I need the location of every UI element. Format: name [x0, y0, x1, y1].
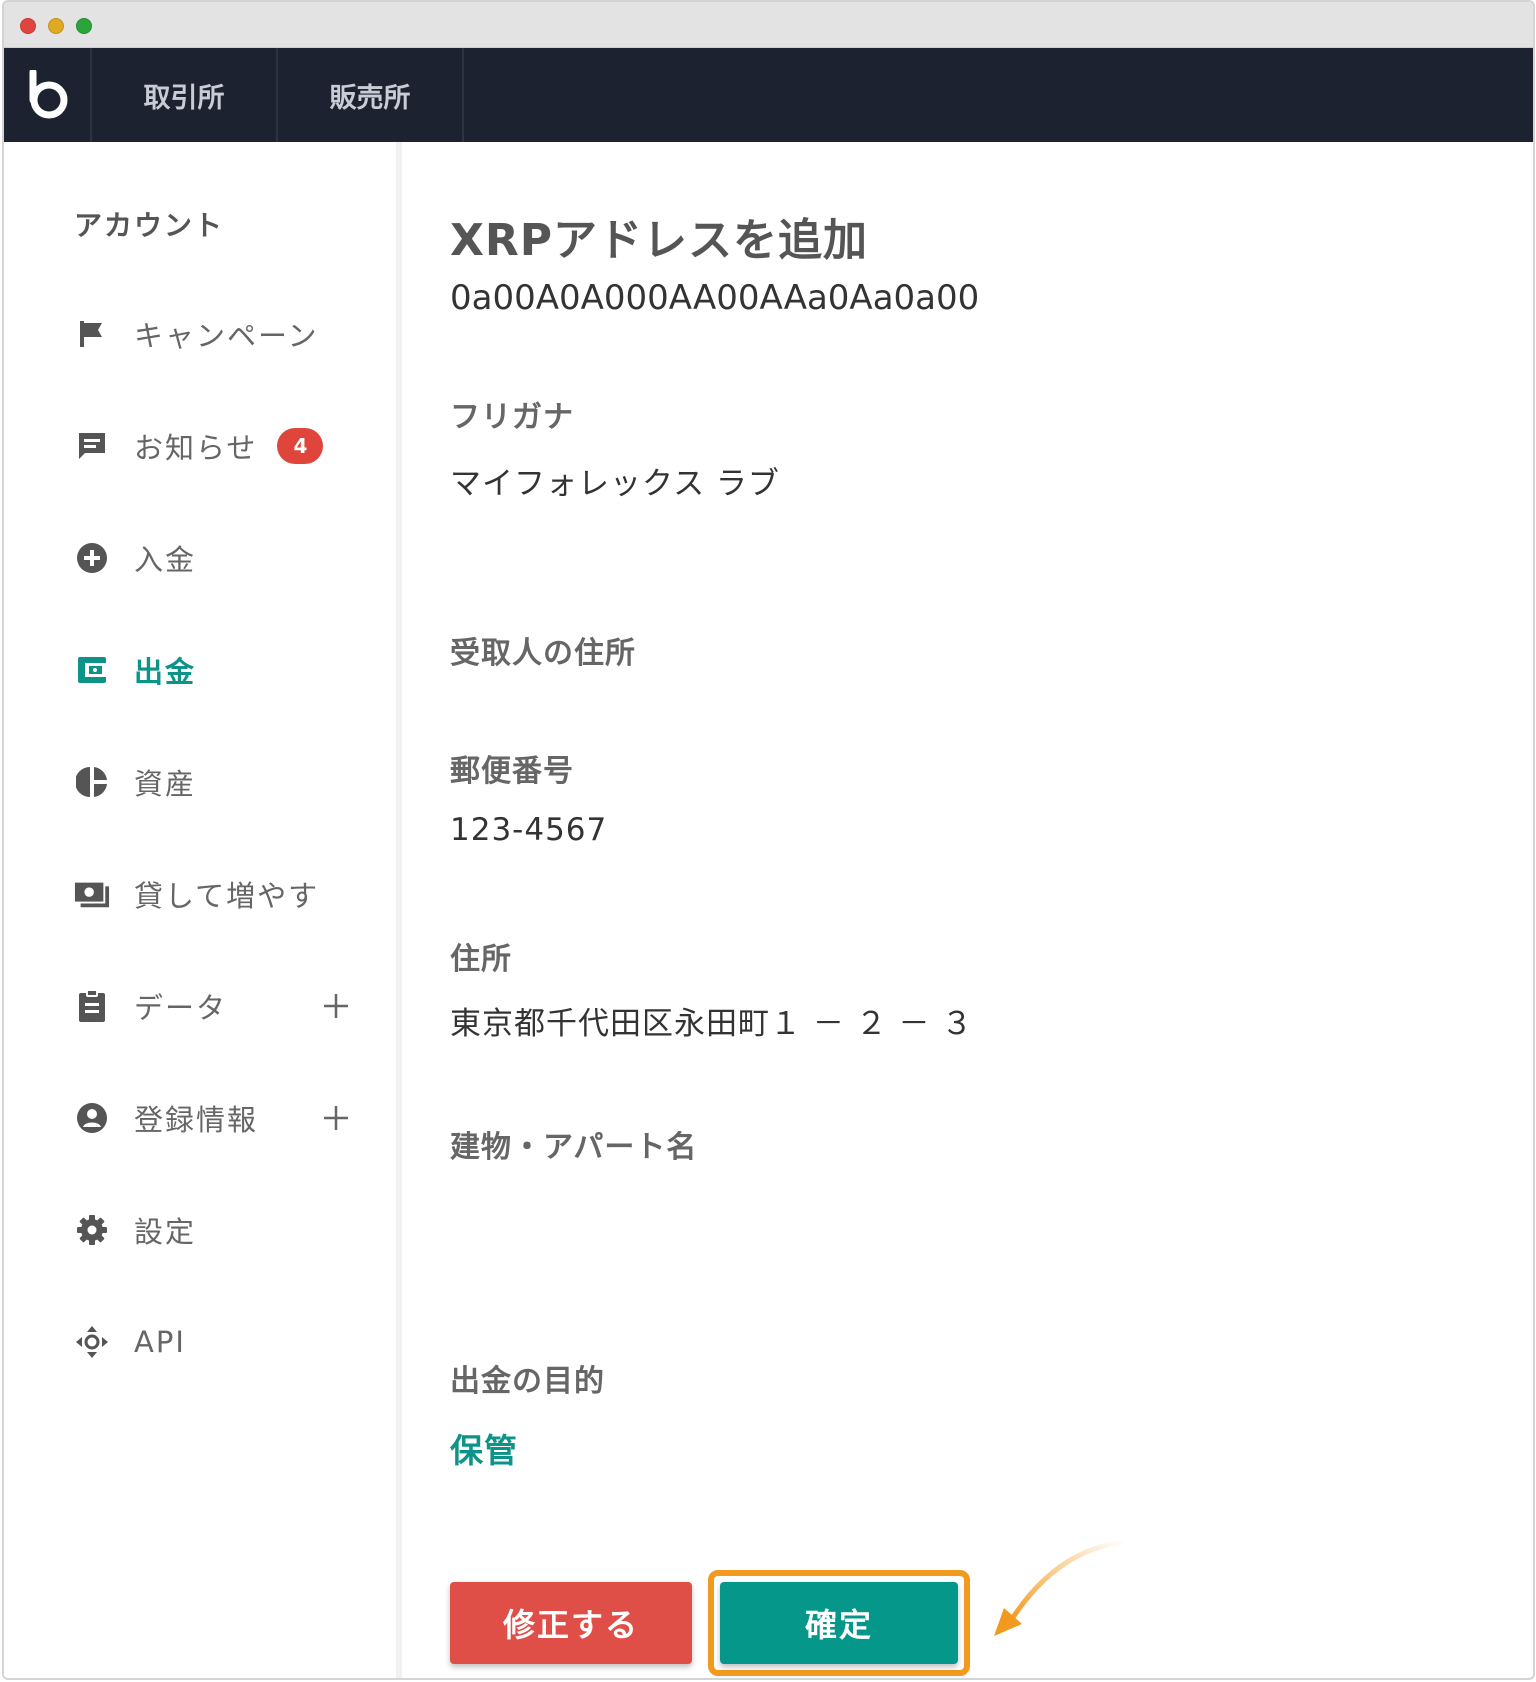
- furigana-value: マイフォレックス ラブ: [450, 466, 780, 502]
- xrp-address-value: 0a00A0A000AA00AAa0Aa0a00: [450, 278, 980, 318]
- wallet-icon: [74, 652, 110, 688]
- sidebar-item-settings[interactable]: 設定: [74, 1200, 384, 1260]
- address-label: 住所: [450, 942, 512, 977]
- sidebar-item-deposit[interactable]: 入金: [74, 528, 384, 588]
- postal-code-value: 123-4567: [450, 812, 608, 848]
- confirm-button[interactable]: 確定: [720, 1582, 958, 1664]
- top-navbar: 取引所 販売所: [4, 48, 1533, 142]
- postal-code-label: 郵便番号: [450, 754, 574, 789]
- browser-window: 取引所 販売所 アカウント キャンペーン お知らせ 4 入金 出金 資産 貸して…: [2, 0, 1535, 1680]
- sidebar-item-notifications[interactable]: お知らせ 4: [74, 416, 384, 476]
- main-content: XRPアドレスを追加 0a00A0A000AA00AAa0Aa0a00 フリガナ…: [450, 142, 1530, 1678]
- expand-plus-icon[interactable]: [316, 986, 356, 1026]
- flag-icon: [74, 316, 110, 352]
- close-window-button[interactable]: [20, 18, 36, 34]
- expand-plus-icon[interactable]: [316, 1098, 356, 1138]
- sidebar-item-label: 資産: [134, 767, 197, 801]
- sidebar-item-label: API: [134, 1325, 186, 1359]
- pointer-arrow-icon: [994, 1539, 1126, 1636]
- sidebar-item-label: 設定: [134, 1215, 197, 1249]
- sidebar-item-label: 入金: [134, 543, 197, 577]
- sidebar-item-campaign[interactable]: キャンペーン: [74, 304, 384, 364]
- sidebar-title: アカウント: [74, 209, 225, 242]
- sidebar-item-label: データ: [134, 991, 228, 1025]
- account-icon: [74, 1100, 110, 1136]
- gear-icon: [74, 1212, 110, 1248]
- minimize-window-button[interactable]: [48, 18, 64, 34]
- money-icon: [74, 876, 110, 912]
- page-title: XRPアドレスを追加: [450, 215, 869, 266]
- purpose-value: 保管: [450, 1431, 518, 1470]
- sidebar-item-data[interactable]: データ: [74, 976, 384, 1036]
- sidebar-item-label: 貸して増やす: [134, 879, 320, 913]
- window-titlebar: [4, 2, 1533, 48]
- sidebar-item-api[interactable]: API: [74, 1312, 384, 1372]
- sidebar-item-withdraw[interactable]: 出金: [74, 640, 384, 700]
- sidebar: アカウント キャンペーン お知らせ 4 入金 出金 資産 貸して増やす データ …: [4, 142, 402, 1678]
- notification-count-badge: 4: [277, 428, 324, 464]
- recipient-address-heading: 受取人の住所: [450, 636, 636, 671]
- purpose-label: 出金の目的: [450, 1364, 605, 1399]
- sidebar-item-lending[interactable]: 貸して増やす: [74, 864, 384, 924]
- sidebar-item-label: お知らせ: [134, 431, 258, 465]
- pie-chart-icon: [74, 764, 110, 800]
- clipboard-icon: [74, 988, 110, 1024]
- api-icon: [74, 1324, 110, 1360]
- message-icon: [74, 428, 110, 464]
- tab-exchange[interactable]: 取引所: [92, 48, 278, 142]
- furigana-label: フリガナ: [450, 400, 574, 435]
- plus-circle-icon: [74, 540, 110, 576]
- logo-icon[interactable]: [4, 48, 92, 142]
- sidebar-item-assets[interactable]: 資産: [74, 752, 384, 812]
- sidebar-item-label: 登録情報: [134, 1103, 259, 1137]
- address-value: 東京都千代田区永田町１ － ２ － ３: [450, 1006, 974, 1042]
- building-label: 建物・アパート名: [450, 1130, 698, 1165]
- edit-button[interactable]: 修正する: [450, 1582, 692, 1664]
- maximize-window-button[interactable]: [76, 18, 92, 34]
- sidebar-item-label: キャンペーン: [134, 319, 319, 353]
- sidebar-item-label: 出金: [134, 655, 197, 689]
- sidebar-item-registration[interactable]: 登録情報: [74, 1088, 384, 1148]
- tab-sales[interactable]: 販売所: [278, 48, 464, 142]
